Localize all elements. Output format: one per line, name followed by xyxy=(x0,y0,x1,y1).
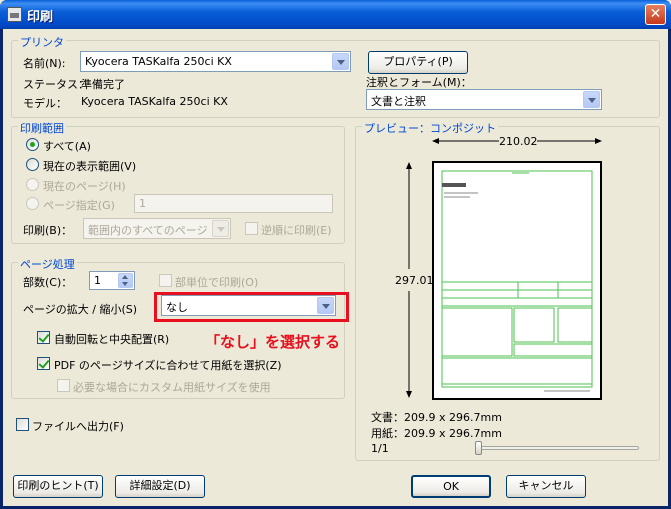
properties-button[interactable]: プロパティ(P) xyxy=(368,51,468,74)
window-title: 印刷 xyxy=(27,10,54,25)
pages-input[interactable]: 1 xyxy=(134,194,333,213)
range-pages-radio[interactable] xyxy=(26,197,39,210)
document-size-text: 文書：209.9 x 296.7mm xyxy=(371,411,502,424)
range-pages-label[interactable]: ページ指定(G) xyxy=(43,197,115,213)
preview-height-value: 297.01 xyxy=(395,274,434,287)
preview-page-slider[interactable] xyxy=(475,446,639,450)
comments-forms-label: 注釈とフォーム(M)： xyxy=(366,76,472,89)
model-value: Kyocera TASKalfa 250ci KX xyxy=(81,95,228,108)
copies-label: 部数(C)： xyxy=(23,276,73,289)
dialog-body: プリンタ 名前(N): Kyocera TASKalfa 250ci KX プロ… xyxy=(3,29,668,506)
chevron-down-icon[interactable] xyxy=(332,53,349,70)
comments-forms-value: 文書と注釈 xyxy=(371,95,426,108)
range-current-page-radio[interactable] xyxy=(26,178,39,191)
printer-icon xyxy=(7,7,22,22)
chevron-down-icon[interactable] xyxy=(583,91,600,108)
print-to-file-label[interactable]: ファイルへ出力(F) xyxy=(32,418,124,434)
pdf-paper-size-checkbox[interactable] xyxy=(37,357,50,370)
auto-rotate-label[interactable]: 自動回転と中央配置(R) xyxy=(54,331,169,347)
scaling-highlight-box xyxy=(154,292,349,322)
print-tips-button[interactable]: 印刷のヒント(T) xyxy=(13,475,103,498)
close-button[interactable]: ✕ xyxy=(645,4,666,25)
comments-forms-select[interactable]: 文書と注釈 xyxy=(366,89,602,110)
printer-name-label: 名前(N): xyxy=(23,57,66,70)
range-all-radio[interactable] xyxy=(26,138,39,151)
custom-paper-checkbox[interactable] xyxy=(57,379,70,392)
preview-width-value: 210.02 xyxy=(499,135,538,148)
collate-label[interactable]: 部単位で印刷(O) xyxy=(175,274,258,290)
printer-name-value: Kyocera TASKalfa 250ci KX xyxy=(85,55,232,68)
cancel-button[interactable]: キャンセル xyxy=(506,475,586,498)
auto-rotate-checkbox[interactable] xyxy=(37,331,50,344)
chevron-down-icon[interactable] xyxy=(212,220,229,237)
page-handling-group-label: ページ処理 xyxy=(18,256,77,272)
pdf-paper-size-label[interactable]: PDF のページサイズに合わせて用紙を選択(Z) xyxy=(54,357,282,373)
stepper-arrows-icon[interactable] xyxy=(118,273,133,288)
printer-name-select[interactable]: Kyocera TASKalfa 250ci KX xyxy=(80,51,351,72)
collate-checkbox[interactable] xyxy=(159,274,172,287)
printer-group-label: プリンタ xyxy=(18,34,66,50)
range-all-label[interactable]: すべて(A) xyxy=(43,138,91,154)
pages-input-value: 1 xyxy=(139,197,146,210)
print-subset-value: 範囲内のすべてのページ xyxy=(88,224,208,237)
custom-paper-label[interactable]: 必要な場合にカスタム用紙サイズを使用 xyxy=(73,379,271,395)
reverse-order-checkbox[interactable] xyxy=(245,222,258,235)
status-label: ステータス： xyxy=(23,78,89,91)
print-subset-label: 印刷(B)： xyxy=(23,224,73,237)
copies-stepper[interactable]: 1 xyxy=(89,271,135,290)
preview-slider-thumb[interactable] xyxy=(475,441,482,455)
title-bar: 印刷 ✕ xyxy=(0,0,671,29)
page-scaling-label: ページの拡大 / 縮小(S) xyxy=(23,303,138,316)
annotation-note: 「なし」を選択する xyxy=(205,333,341,351)
print-subset-select[interactable]: 範囲内のすべてのページ xyxy=(83,218,231,239)
paper-size-text: 用紙：209.9 x 296.7mm xyxy=(371,427,502,440)
ok-button[interactable]: OK xyxy=(411,475,491,498)
reverse-order-label[interactable]: 逆順に印刷(E) xyxy=(261,222,332,238)
print-range-group-label: 印刷範囲 xyxy=(18,120,66,136)
model-label: モデル： xyxy=(23,97,67,110)
range-current-view-label[interactable]: 現在の表示範囲(V) xyxy=(43,158,136,174)
preview-page xyxy=(432,161,602,400)
print-to-file-checkbox[interactable] xyxy=(16,418,29,431)
status-value: 準備完了 xyxy=(81,78,125,91)
preview-group-label: プレビュー：コンポジット xyxy=(362,120,498,136)
preview-document-content xyxy=(441,170,593,392)
print-dialog: 印刷 ✕ プリンタ 名前(N): Kyocera TASKalfa 250ci … xyxy=(0,0,671,509)
page-counter: 1/1 xyxy=(371,442,389,455)
copies-value: 1 xyxy=(94,274,101,287)
range-current-page-label[interactable]: 現在のページ(H) xyxy=(43,178,126,194)
range-current-view-radio[interactable] xyxy=(26,158,39,171)
advanced-button[interactable]: 詳細設定(D) xyxy=(115,475,205,498)
